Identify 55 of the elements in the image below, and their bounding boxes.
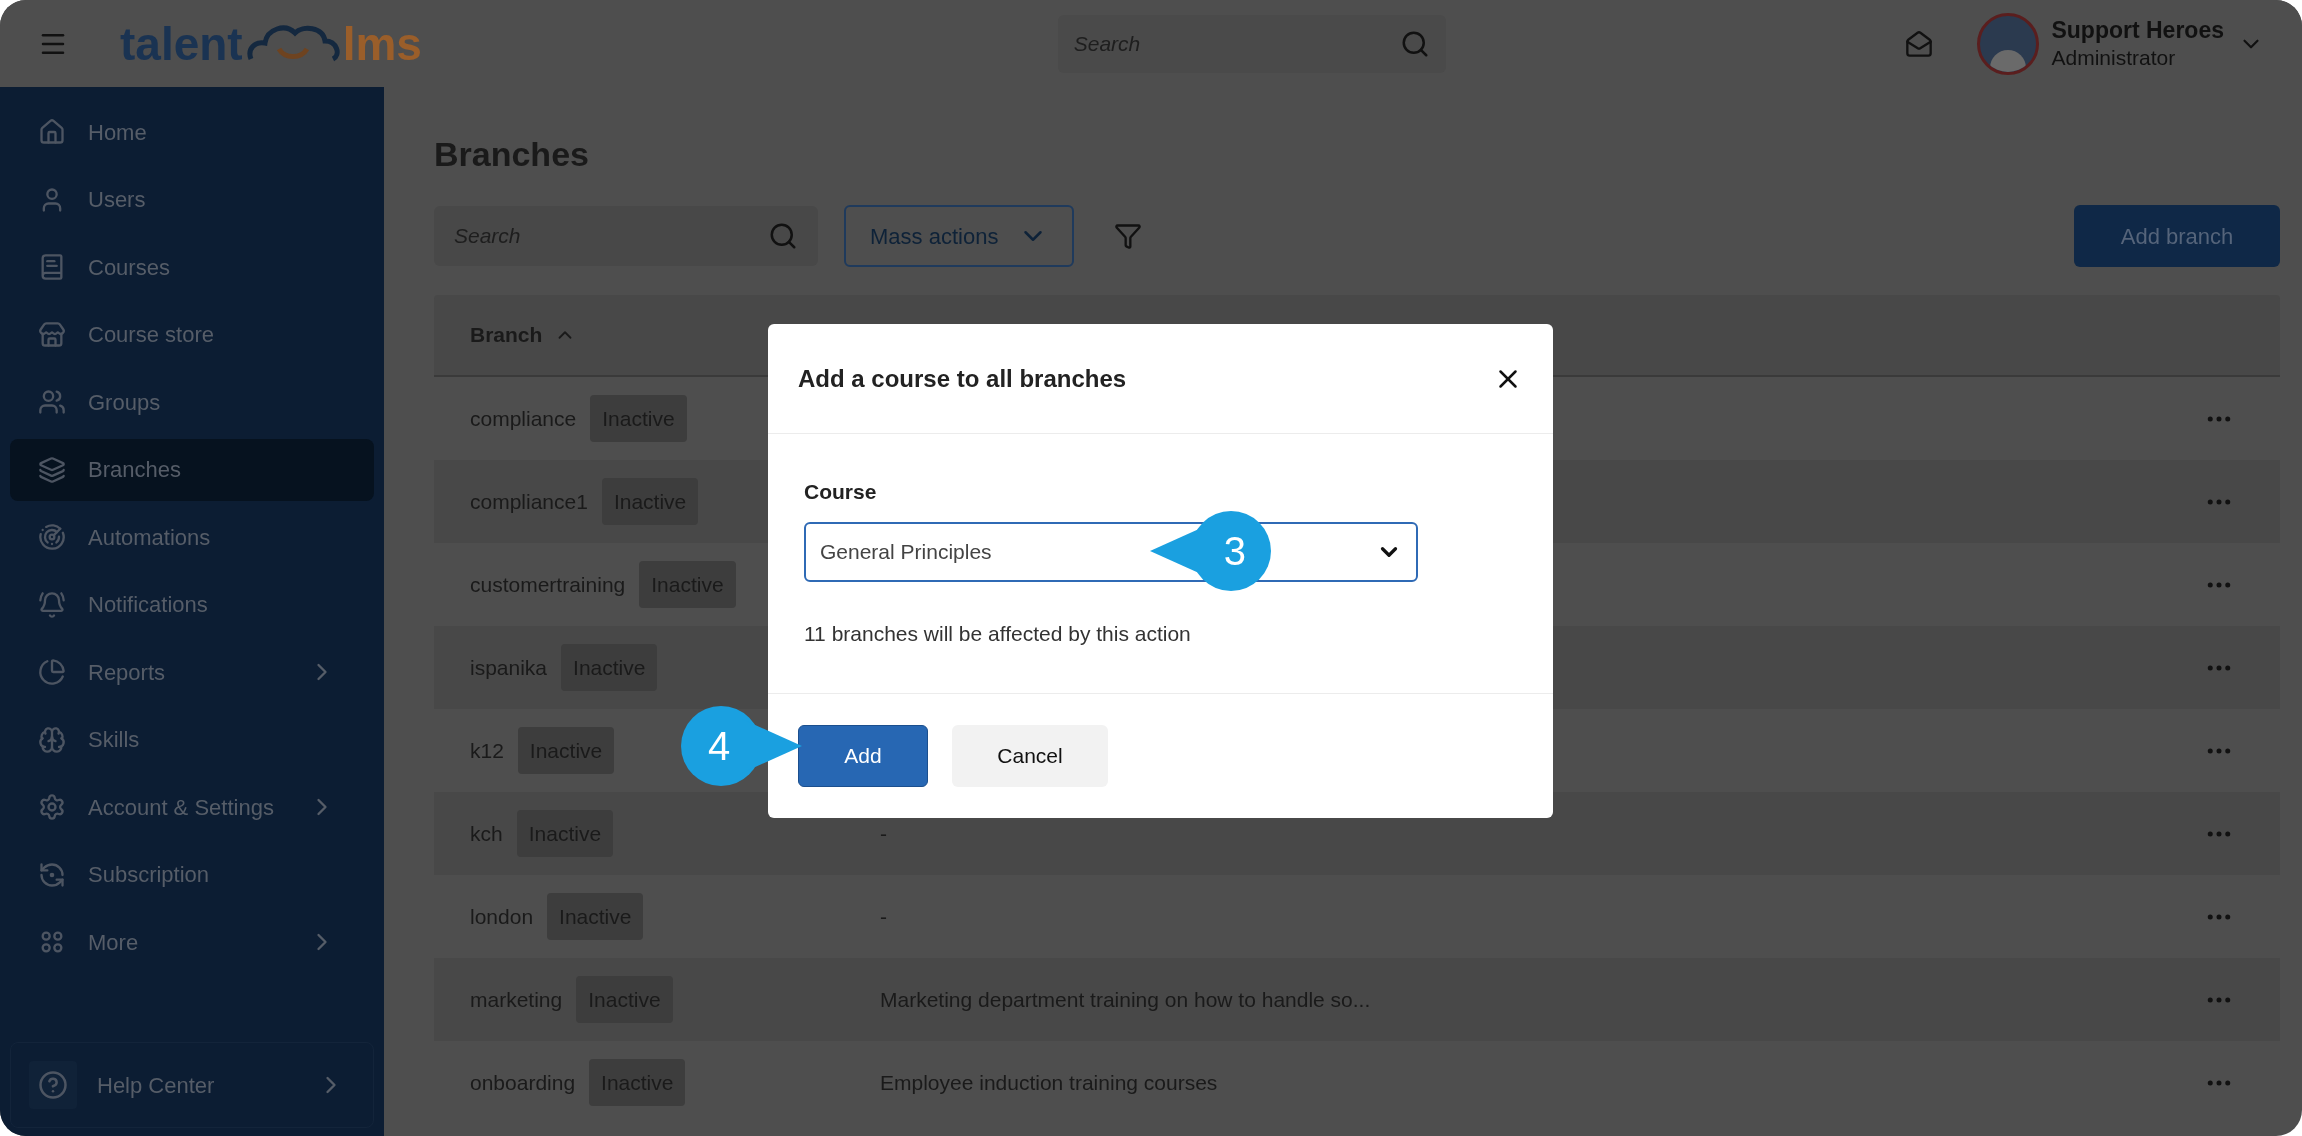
- target-icon: [38, 523, 66, 551]
- step-callout: 3: [1150, 510, 1272, 592]
- branch-description: -: [880, 821, 887, 845]
- sidebar-label: Skills: [88, 726, 141, 754]
- mail-icon[interactable]: [1905, 29, 1934, 58]
- user-name: Support Heroes: [2051, 16, 2224, 45]
- user-role: Administrator: [2051, 44, 2177, 71]
- sidebar-label: Home: [88, 118, 148, 147]
- bell-icon: [38, 590, 66, 619]
- sidebar-item[interactable]: Reports: [10, 641, 374, 703]
- mass-actions-dropdown[interactable]: Mass actions: [844, 205, 1075, 267]
- sidebar-item[interactable]: Branches: [10, 438, 374, 501]
- add-button[interactable]: Add: [798, 725, 928, 787]
- sidebar-label: Notifications: [88, 591, 209, 619]
- sidebar-label: More: [88, 928, 140, 957]
- refresh-icon: [38, 860, 66, 889]
- help-icon: [38, 1070, 68, 1100]
- group-icon: [38, 388, 66, 416]
- branch-description: -: [880, 904, 887, 928]
- sidebar-label: Subscription: [88, 861, 211, 889]
- help-center-item[interactable]: Help Center: [10, 1042, 374, 1128]
- sidebar-item[interactable]: More: [10, 911, 374, 973]
- pie-chart-icon: [38, 658, 66, 686]
- add-branch-button[interactable]: Add branch: [2074, 205, 2280, 267]
- layers-icon: [38, 455, 66, 484]
- sidebar-item[interactable]: Notifications: [10, 573, 374, 636]
- sidebar-item[interactable]: Home: [10, 101, 374, 163]
- store-icon: [38, 320, 66, 349]
- sidebar-item[interactable]: Groups: [10, 371, 374, 433]
- sidebar-label: Branches: [88, 456, 182, 484]
- field-label: Course: [804, 479, 878, 505]
- sidebar-label: Course store: [88, 321, 215, 349]
- search-icon[interactable]: [768, 221, 798, 251]
- helper-text: 11 branches will be affected by this action: [804, 620, 1192, 647]
- filter-icon[interactable]: [1114, 222, 1143, 250]
- sidebar-item[interactable]: Skills: [10, 708, 374, 771]
- brain-icon: [38, 725, 66, 754]
- sidebar-item[interactable]: Courses: [10, 236, 374, 298]
- sidebar-label: Account & Settings: [88, 793, 275, 822]
- sidebar-label: Users: [88, 186, 147, 214]
- help-label: Help Center: [97, 1071, 216, 1100]
- sidebar-item[interactable]: Users: [10, 168, 374, 231]
- sidebar-item[interactable]: Account & Settings: [10, 776, 374, 838]
- settings-icon: [38, 793, 66, 821]
- step-callout: 4: [680, 705, 802, 787]
- sidebar-label: Groups: [88, 388, 162, 417]
- cancel-button[interactable]: Cancel: [952, 725, 1108, 787]
- sidebar-item[interactable]: Course store: [10, 303, 374, 366]
- sidebar-label: Courses: [88, 253, 171, 282]
- sidebar-item[interactable]: Subscription: [10, 843, 374, 906]
- sidebar-label: Automations: [88, 523, 212, 552]
- home-icon: [38, 118, 66, 146]
- sidebar-item[interactable]: Automations: [10, 506, 374, 568]
- dialog-title: Add a course to all branches: [798, 363, 1127, 394]
- sidebar-label: Reports: [88, 658, 167, 687]
